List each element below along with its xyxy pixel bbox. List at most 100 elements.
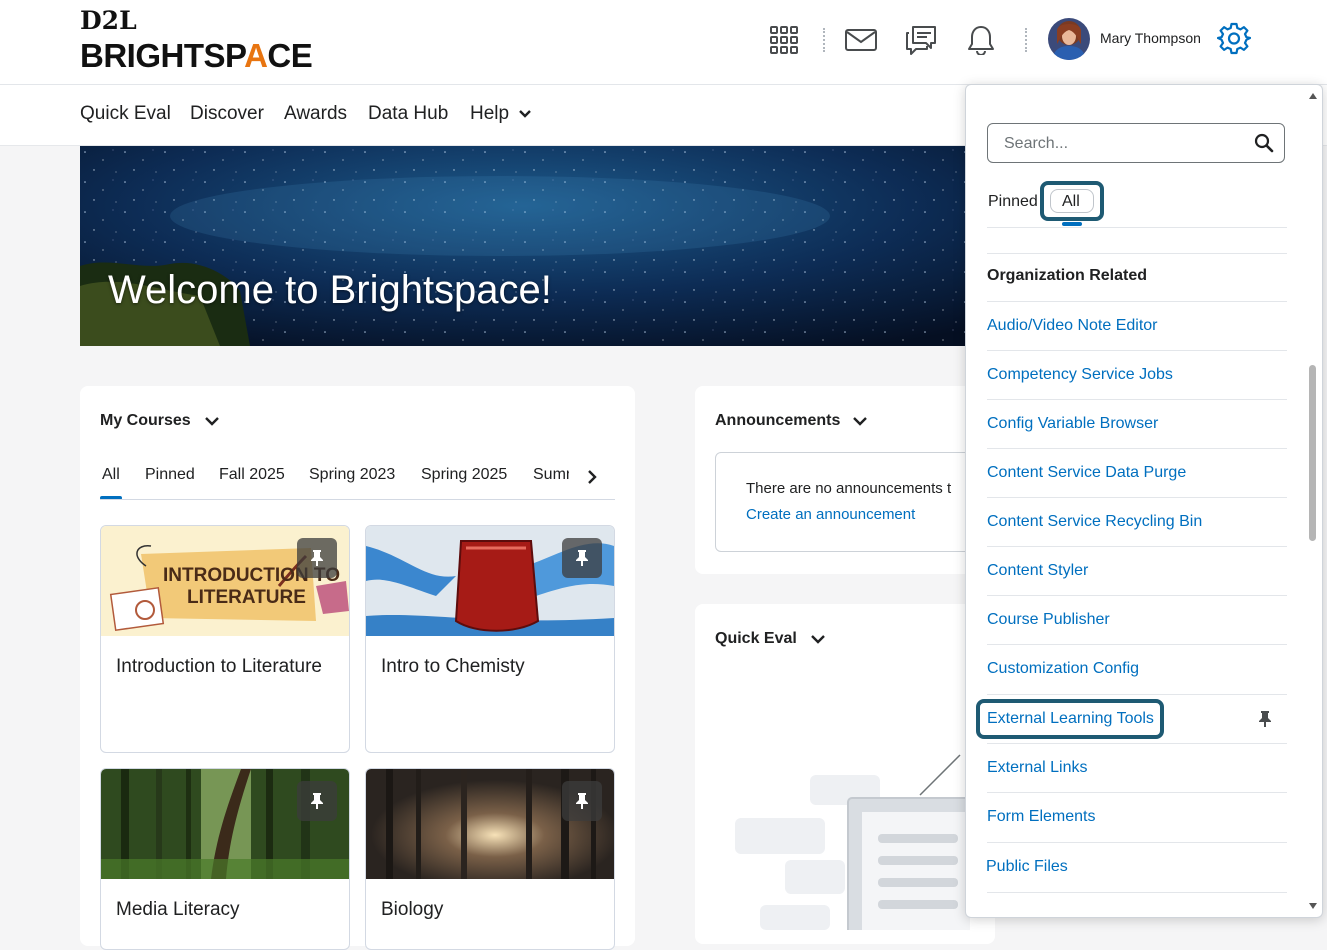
group-heading: Organization Related	[987, 267, 1148, 284]
pin-icon	[576, 550, 588, 566]
admin-link[interactable]: Form Elements	[987, 792, 1287, 841]
course-title[interactable]: Introduction to Literature	[116, 656, 322, 678]
course-card[interactable]: Media Literacy	[100, 768, 350, 950]
admin-tools-dropdown: Pinned All Organization Related Audio/Vi…	[965, 84, 1323, 918]
pin-icon	[311, 550, 323, 566]
admin-link-label[interactable]: External Links	[987, 759, 1088, 777]
tab-spring-2025[interactable]: Spring 2025	[421, 466, 507, 484]
search-icon[interactable]	[1254, 133, 1274, 153]
tab-fall-2025[interactable]: Fall 2025	[219, 466, 285, 484]
chevron-down-icon[interactable]	[204, 415, 220, 427]
tab-pinned[interactable]: Pinned	[145, 466, 195, 484]
panel-divider	[987, 227, 1287, 228]
highlight-ring	[976, 699, 1164, 739]
nav-data-hub[interactable]: Data Hub	[368, 103, 448, 125]
course-title[interactable]: Intro to Chemisty	[381, 656, 525, 678]
admin-link-label[interactable]: Course Publisher	[987, 611, 1110, 629]
brightspace-logo[interactable]: BRIGHTSPACE	[80, 37, 313, 75]
filter-all[interactable]: All	[1062, 193, 1080, 211]
announcements-title: Announcements	[715, 412, 841, 429]
announcements-empty-box	[715, 452, 985, 552]
filter-pinned[interactable]: Pinned	[988, 193, 1038, 211]
admin-link-label[interactable]: Customization Config	[987, 660, 1139, 678]
admin-link[interactable]: Course Publisher	[987, 595, 1287, 644]
logo-text-b: CE	[267, 37, 313, 74]
chevron-down-icon[interactable]	[810, 633, 826, 645]
bell-icon[interactable]	[963, 22, 999, 58]
user-name[interactable]: Mary Thompson	[1100, 30, 1201, 46]
header-divider	[1025, 28, 1030, 52]
quick-eval-illustration	[735, 754, 970, 930]
pin-button[interactable]	[562, 781, 602, 821]
admin-link[interactable]: Config Variable Browser	[987, 399, 1287, 448]
banner-image	[80, 146, 965, 346]
admin-link-label[interactable]: Audio/Video Note Editor	[987, 317, 1157, 335]
tab-summer[interactable]: Summ	[533, 466, 569, 484]
admin-search-box	[987, 123, 1285, 163]
course-title[interactable]: Media Literacy	[116, 899, 240, 921]
chevron-down-icon[interactable]	[852, 415, 868, 427]
banner-title: Welcome to Brightspace!	[108, 268, 552, 312]
nav-awards[interactable]: Awards	[284, 103, 347, 125]
user-avatar[interactable]	[1048, 18, 1090, 60]
active-filter-indicator	[1062, 222, 1082, 226]
chevron-down-icon	[519, 110, 532, 118]
course-card[interactable]: Biology	[365, 768, 615, 950]
announcements-empty-text: There are no announcements t	[746, 480, 952, 497]
pin-icon	[311, 793, 323, 809]
admin-link-label[interactable]: Content Styler	[987, 562, 1088, 580]
pin-button[interactable]	[297, 538, 337, 578]
course-card[interactable]: INTRODUCTION TO LITERATURE Introduction …	[100, 525, 350, 753]
welcome-banner: Welcome to Brightspace!	[80, 146, 965, 346]
quick-eval-title: Quick Eval	[715, 630, 797, 647]
tab-all[interactable]: All	[102, 466, 120, 484]
pin-icon[interactable]	[1258, 710, 1272, 728]
course-image-text: LITERATURE	[187, 587, 306, 608]
tabs-divider	[100, 499, 615, 500]
my-courses-title: My Courses	[100, 412, 191, 429]
course-title[interactable]: Biology	[381, 899, 443, 921]
course-selector-grid-icon[interactable]	[766, 22, 802, 58]
pin-button[interactable]	[297, 781, 337, 821]
panel-divider	[987, 253, 1287, 254]
nav-quick-eval[interactable]: Quick Eval	[80, 103, 171, 125]
admin-link-label[interactable]: Public Files	[986, 858, 1068, 876]
admin-link[interactable]: Customization Config	[987, 644, 1287, 693]
admin-search-input[interactable]	[1002, 132, 1246, 156]
course-card[interactable]: Intro to Chemisty	[365, 525, 615, 753]
admin-link[interactable]: Audio/Video Note Editor	[987, 301, 1287, 350]
admin-link[interactable]: External Links	[987, 743, 1287, 792]
tab-spring-2023[interactable]: Spring 2023	[309, 466, 395, 484]
scrollbar-thumb[interactable]	[1309, 365, 1316, 541]
chat-icon[interactable]	[903, 22, 939, 58]
d2l-logo[interactable]: D2L	[80, 6, 137, 35]
admin-link-label[interactable]: Form Elements	[987, 808, 1095, 826]
scroll-down-icon[interactable]	[1309, 903, 1317, 909]
admin-link-label[interactable]: Config Variable Browser	[987, 415, 1158, 433]
admin-link[interactable]: Competency Service Jobs	[987, 350, 1287, 399]
admin-link[interactable]: Content Service Recycling Bin	[987, 497, 1287, 546]
admin-link[interactable]: Content Styler	[987, 546, 1287, 595]
top-bar: D2L BRIGHTSPACE Mary Thompson	[0, 0, 1327, 85]
scroll-up-icon[interactable]	[1309, 93, 1317, 99]
admin-link[interactable]: Content Service Data Purge	[987, 448, 1287, 497]
logo-top-text: D2L	[80, 6, 137, 35]
nav-discover[interactable]: Discover	[190, 103, 264, 125]
header-divider	[823, 28, 828, 52]
nav-help[interactable]: Help	[470, 103, 532, 125]
pin-icon	[576, 793, 588, 809]
admin-link[interactable]: Public Files	[986, 842, 1287, 891]
admin-link-external-learning-tools[interactable]: External Learning Tools	[976, 694, 1287, 743]
pin-button[interactable]	[562, 538, 602, 578]
mail-icon[interactable]	[843, 22, 879, 58]
admin-link[interactable]	[987, 892, 1287, 917]
logo-text-a: BRIGHTSP	[80, 37, 245, 74]
gear-icon[interactable]	[1216, 20, 1252, 56]
create-announcement-link[interactable]: Create an announcement	[746, 506, 915, 523]
logo-text-accent: A	[244, 37, 268, 74]
chevron-right-icon[interactable]	[585, 468, 599, 486]
admin-link-label[interactable]: Content Service Data Purge	[987, 464, 1186, 482]
admin-link-label[interactable]: Content Service Recycling Bin	[987, 513, 1202, 531]
nav-help-label: Help	[470, 103, 510, 124]
admin-link-label[interactable]: Competency Service Jobs	[987, 366, 1173, 384]
